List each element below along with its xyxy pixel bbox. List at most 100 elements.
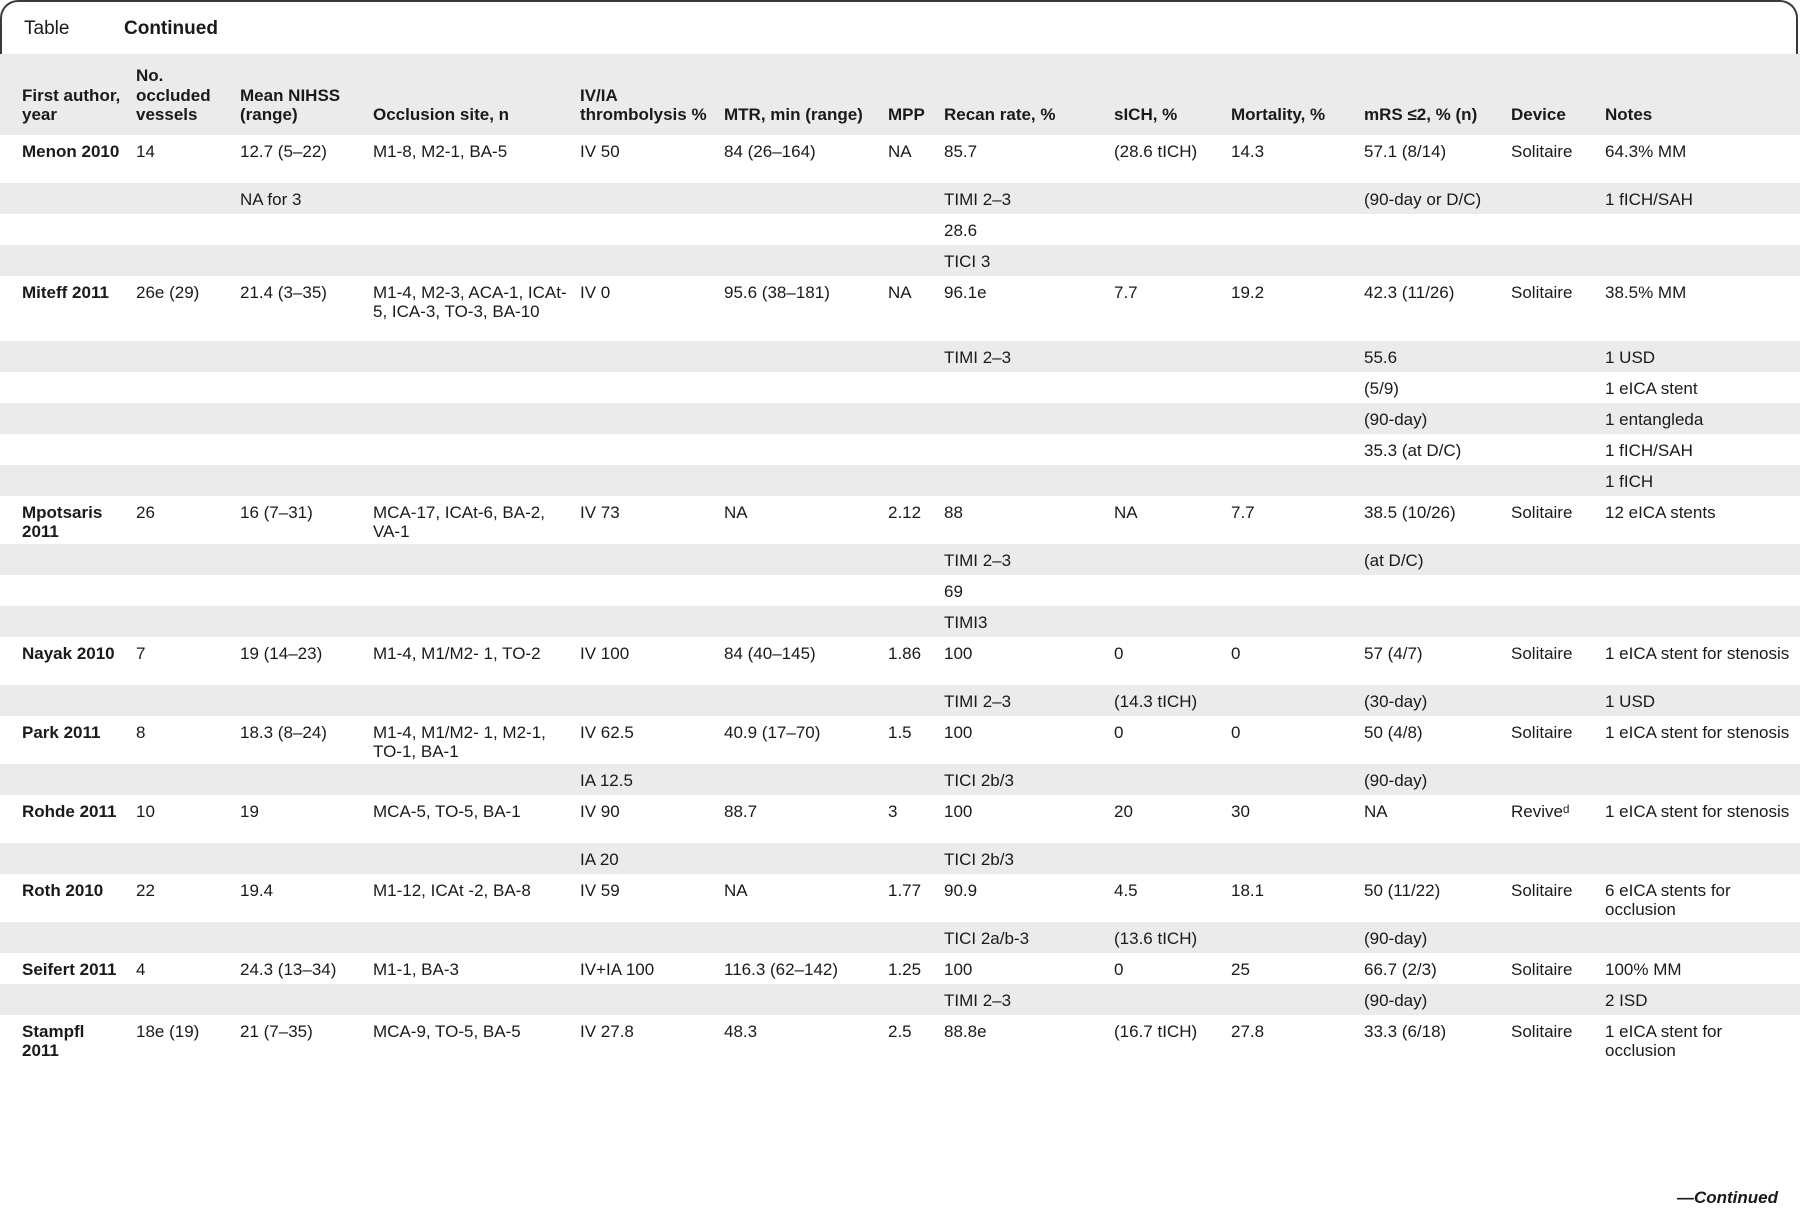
table-cell [367, 340, 574, 372]
table-cell [367, 763, 574, 795]
table-cell: IV 0 [574, 275, 718, 341]
table-cell [1599, 574, 1800, 606]
table-cell [130, 842, 234, 874]
table-cell [367, 983, 574, 1015]
table-cell [882, 543, 938, 575]
table-cell [1505, 464, 1599, 496]
table-cell [1599, 244, 1800, 276]
table-cell: (14.3 tICH) [1108, 684, 1225, 716]
table-cell [367, 574, 574, 606]
table-cell [130, 763, 234, 795]
table-cell [1108, 574, 1225, 606]
table-cell [938, 402, 1108, 434]
table-cell [1225, 402, 1358, 434]
table-cell: TIMI 2–3 [938, 684, 1108, 716]
table-cell [234, 543, 367, 575]
table-cell [1599, 842, 1800, 874]
table-cell: 100 [938, 794, 1108, 843]
table-cell [882, 763, 938, 795]
table-cell: 12.7 (5–22) [234, 134, 367, 183]
column-header: Notes [1599, 54, 1800, 135]
table-cell [718, 574, 882, 606]
table-cell: Solitaire [1505, 636, 1599, 685]
table-cell: 50 (11/22) [1358, 873, 1505, 922]
table-cell [718, 983, 882, 1015]
table-cell: TIMI3 [938, 605, 1108, 637]
table-cell: M1-12, ICAt -2, BA-8 [367, 873, 574, 922]
table-cell: NA [1108, 495, 1225, 544]
table-cell: 33.3 (6/18) [1358, 1014, 1505, 1063]
table-cell: TIMI 2–3 [938, 340, 1108, 372]
table-cell [574, 371, 718, 403]
table-cell [130, 605, 234, 637]
table-cell: IV 90 [574, 794, 718, 843]
table-row: Stampfl 2011 18e (19) 21 (7–35) MCA-9, TO-5… [0, 1014, 1800, 1063]
table-cell: IV 73 [574, 495, 718, 544]
table-cell: 0 [1108, 952, 1225, 984]
table-cell [234, 921, 367, 953]
table-cell: Solitaire [1505, 134, 1599, 183]
table-cell: TICI 2b/3 [938, 842, 1108, 874]
table-cell: Menon 2010 [0, 134, 130, 183]
table-cell: 19.2 [1225, 275, 1358, 341]
table-cell [882, 921, 938, 953]
table-cell [882, 340, 938, 372]
table-cell [130, 371, 234, 403]
table-cell [1225, 213, 1358, 245]
table-row: 28.6 [0, 213, 1800, 245]
table-cell: TIMI 2–3 [938, 543, 1108, 575]
table-cell: 35.3 (at D/C) [1358, 433, 1505, 465]
table-cell: 96.1e [938, 275, 1108, 341]
table-cell [367, 543, 574, 575]
table-cell: 7.7 [1225, 495, 1358, 544]
table-cell [718, 921, 882, 953]
table-cell [938, 433, 1108, 465]
data-table-container: First author, year No. occluded vessels Me… [0, 54, 1800, 1063]
table-cell [718, 213, 882, 245]
table-cell [1505, 213, 1599, 245]
table-cell [1505, 182, 1599, 214]
table-cell: MCA-9, TO-5, BA-5 [367, 1014, 574, 1063]
table-cell [1108, 464, 1225, 496]
table-cell: 18.1 [1225, 873, 1358, 922]
table-cell [1108, 213, 1225, 245]
column-header: MPP [882, 54, 938, 135]
table-cell [1505, 402, 1599, 434]
table-cell: Stampfl 2011 [0, 1014, 130, 1063]
table-cell: (5/9) [1358, 371, 1505, 403]
table-cell: M1-4, M1/M2- 1, M2-1, TO-1, BA-1 [367, 715, 574, 764]
table-cell: NA [718, 495, 882, 544]
table-cell [718, 340, 882, 372]
table-cell: TICI 3 [938, 244, 1108, 276]
table-cell [574, 464, 718, 496]
table-cell [130, 213, 234, 245]
table-cell [234, 464, 367, 496]
table-cell: NA [1358, 794, 1505, 843]
table-cell: 26e (29) [130, 275, 234, 341]
table-cell: 27.8 [1225, 1014, 1358, 1063]
table-cell [1108, 340, 1225, 372]
table-row: Seifert 2011 4 24.3 (13–34) M1-1, BA-3 IV+IA… [0, 952, 1800, 984]
table-cell: 24.3 (13–34) [234, 952, 367, 984]
table-cell [0, 763, 130, 795]
table-cell: 6 eICA stents for occlusion [1599, 873, 1800, 922]
table-cell [574, 182, 718, 214]
table-row: IA 20 TICI 2b/3 [0, 842, 1800, 874]
table-cell: NA [718, 873, 882, 922]
table-cell [130, 464, 234, 496]
table-cell [367, 684, 574, 716]
table-row: Menon 2010 14 12.7 (5–22) M1-8, M2-1, BA-5 I… [0, 134, 1800, 183]
table-cell: 84 (26–164) [718, 134, 882, 183]
table-cell [1358, 464, 1505, 496]
table-cell: Roth 2010 [0, 873, 130, 922]
table-label: Table [24, 18, 70, 39]
table-cell [234, 574, 367, 606]
table-cell: Solitaire [1505, 275, 1599, 341]
table-cell [1108, 842, 1225, 874]
table-row: TIMI 2–3 (at D/C) [0, 543, 1800, 575]
table-cell [0, 182, 130, 214]
table-cell: 1.25 [882, 952, 938, 984]
table-cell: 38.5 (10/26) [1358, 495, 1505, 544]
table-cell: 1.86 [882, 636, 938, 685]
table-cell: 25 [1225, 952, 1358, 984]
